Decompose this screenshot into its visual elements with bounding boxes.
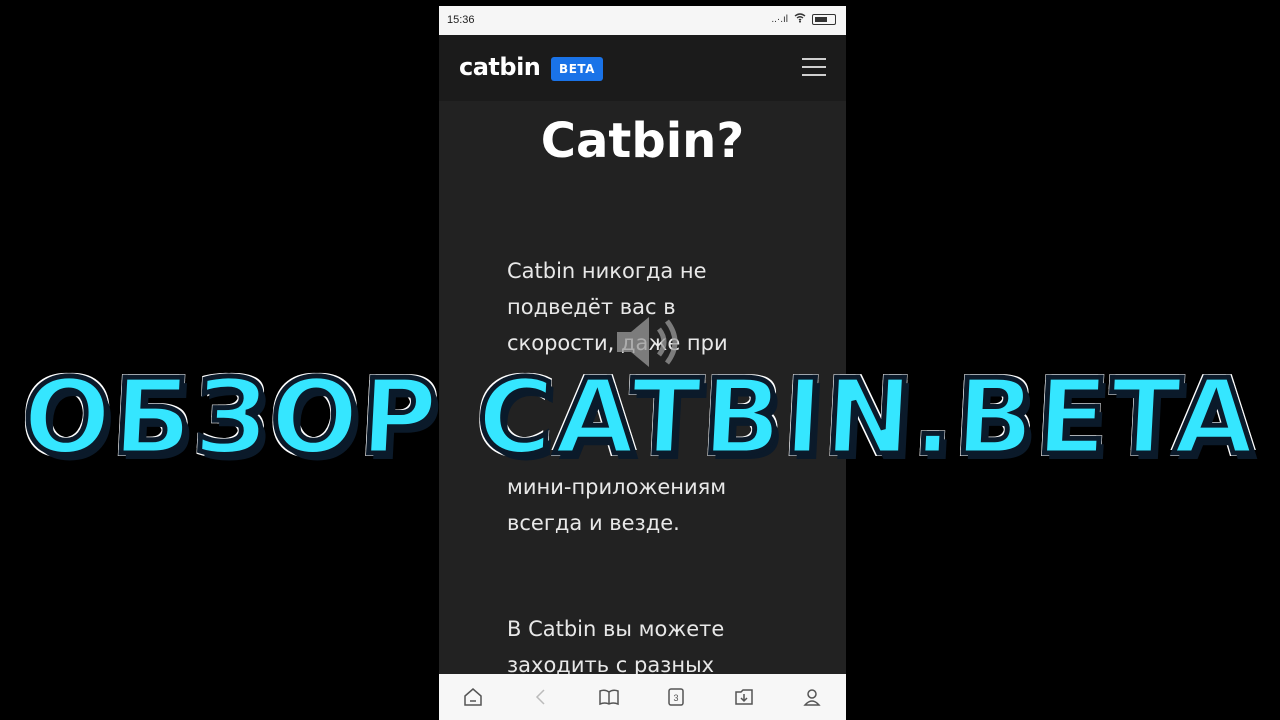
status-bar: 15:36 ..·.ıl xyxy=(439,6,846,35)
app-bar: catbin BETA xyxy=(439,35,846,101)
catbin-logo[interactable]: catbin xyxy=(459,53,541,81)
home-icon[interactable] xyxy=(453,677,493,717)
wifi-icon xyxy=(794,13,806,26)
bookmarks-icon[interactable] xyxy=(589,677,629,717)
tab-count: 3 xyxy=(674,693,679,703)
downloads-icon[interactable] xyxy=(724,677,764,717)
status-time: 15:36 xyxy=(447,14,475,26)
status-icons: ..·.ıl xyxy=(771,13,836,26)
back-icon[interactable] xyxy=(521,677,561,717)
menu-icon[interactable] xyxy=(802,58,826,78)
tabs-icon[interactable]: 3 xyxy=(656,677,696,717)
battery-icon xyxy=(812,14,836,25)
paragraph-devices: В Catbin вы можете заходить с разных xyxy=(507,617,725,677)
signal-icon: ..·.ıl xyxy=(771,14,788,25)
bottom-navigation: 3 xyxy=(439,674,846,720)
beta-badge: BETA xyxy=(551,57,603,81)
profile-icon[interactable] xyxy=(792,677,832,717)
page-title: Catbin? xyxy=(540,113,745,169)
overlay-title: ОБЗОР CATBIN.BETA xyxy=(17,354,1263,481)
paragraph-speed-tail: мини-приложениям всегда и везде. xyxy=(507,475,727,535)
